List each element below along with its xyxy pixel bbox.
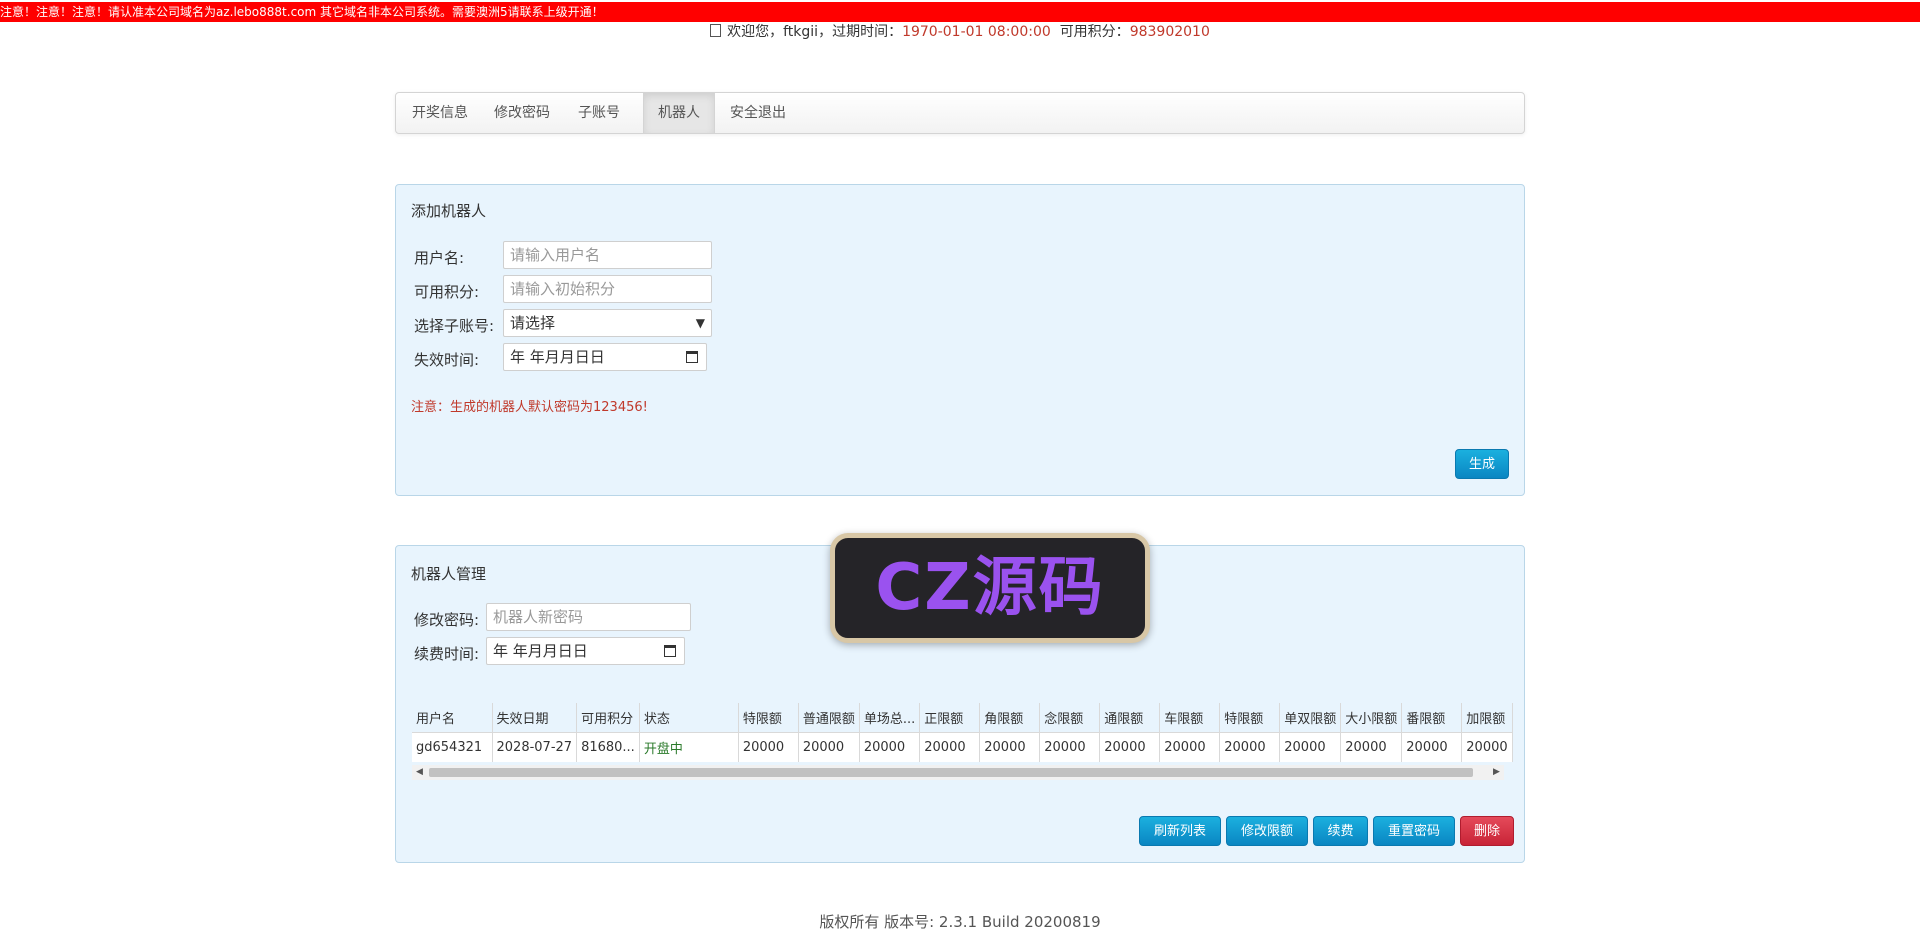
tab-change-password[interactable]: 修改密码: [484, 93, 560, 133]
table-header-row: 用户名 失效日期 可用积分 状态 特限额 普通限额 单场总... 正限额 角限额…: [412, 703, 1513, 733]
column-header[interactable]: 车限额: [1159, 703, 1221, 733]
add-robot-title: 添加机器人: [411, 202, 487, 220]
column-header[interactable]: 用户名: [412, 703, 493, 733]
column-header[interactable]: 通限额: [1099, 703, 1161, 733]
watermark-logo: CZ源码: [830, 533, 1150, 643]
subaccount-selected: 请选择: [510, 314, 556, 332]
delete-button[interactable]: 删除: [1460, 816, 1514, 846]
column-header[interactable]: 念限额: [1039, 703, 1101, 733]
column-header[interactable]: 状态: [639, 703, 739, 733]
chevron-down-icon: ▼: [695, 316, 705, 330]
footer-copyright: 版权所有 版本号: 2.3.1 Build 20200819: [819, 913, 1101, 931]
table-cell: 20000: [798, 732, 860, 762]
default-password-warning: 注意：生成的机器人默认密码为123456!: [411, 400, 648, 415]
column-header[interactable]: 正限额: [919, 703, 981, 733]
main-nav: 开奖信息 修改密码 子账号 机器人 安全退出: [395, 92, 1525, 134]
horizontal-scrollbar[interactable]: ◀ ▶: [412, 765, 1504, 780]
points-value: 983902010: [1129, 24, 1210, 40]
table-cell: 20000: [1340, 732, 1403, 762]
table-cell: 20000: [738, 732, 799, 762]
scroll-left-icon[interactable]: ◀: [412, 765, 427, 780]
new-password-label: 修改密码:: [414, 611, 480, 629]
column-header[interactable]: 失效日期: [492, 703, 578, 733]
robot-management-title: 机器人管理: [411, 565, 487, 583]
table-cell: 20000: [1219, 732, 1281, 762]
table-cell: 2028-07-27: [492, 732, 578, 762]
points-input[interactable]: 请输入初始积分: [503, 275, 712, 303]
table-cell: gd654321: [412, 732, 493, 762]
expire-time: 1970-01-01 08:00:00: [902, 24, 1051, 40]
table-row[interactable]: gd654321 2028-07-27 81680... 开盘中 20000 2…: [412, 732, 1513, 762]
tab-lottery-info[interactable]: 开奖信息: [404, 93, 476, 133]
welcome-bar: 欢迎您，ftkgii，过期时间：1970-01-01 08:00:00 可用积分…: [0, 23, 1920, 41]
username-input[interactable]: 请输入用户名: [503, 241, 712, 269]
table-cell: 20000: [859, 732, 921, 762]
expire-date-value: 年 年月月日日: [510, 348, 605, 366]
tab-logout[interactable]: 安全退出: [723, 93, 793, 133]
table-cell: 20000: [1461, 732, 1513, 762]
renew-date-value: 年 年月月日日: [493, 642, 588, 660]
scroll-right-icon[interactable]: ▶: [1489, 765, 1504, 780]
table-cell: 20000: [1279, 732, 1342, 762]
table-cell: 20000: [979, 732, 1041, 762]
table-cell: 20000: [1401, 732, 1463, 762]
modify-limit-button[interactable]: 修改限额: [1226, 816, 1308, 846]
column-header[interactable]: 角限额: [979, 703, 1041, 733]
welcome-label: 欢迎您，ftkgii，过期时间：: [727, 24, 903, 40]
table-cell: 20000: [1159, 732, 1221, 762]
renew-button[interactable]: 续费: [1313, 816, 1368, 846]
expire-date-input[interactable]: 年 年月月日日: [503, 343, 707, 371]
user-icon: [710, 24, 722, 37]
renew-time-label: 续费时间:: [414, 645, 480, 663]
scroll-thumb[interactable]: [429, 768, 1473, 777]
table-cell: 20000: [919, 732, 981, 762]
reset-password-button[interactable]: 重置密码: [1373, 816, 1455, 846]
points-label: 可用积分：: [1059, 24, 1130, 40]
column-header[interactable]: 单双限额: [1279, 703, 1342, 733]
column-header[interactable]: 特限额: [1219, 703, 1281, 733]
new-password-input[interactable]: 机器人新密码: [486, 603, 691, 631]
column-header[interactable]: 大小限额: [1340, 703, 1403, 733]
renew-date-input[interactable]: 年 年月月日日: [486, 637, 685, 665]
calendar-icon[interactable]: [686, 351, 698, 363]
generate-button[interactable]: 生成: [1455, 449, 1509, 479]
notice-bar: 注意！注意！注意！请认准本公司域名为az.lebo888t.com 其它域名非本…: [0, 2, 1920, 22]
add-robot-panel: 添加机器人 用户名: 请输入用户名 可用积分: 请输入初始积分 选择子账号: 请…: [395, 184, 1525, 496]
column-header[interactable]: 加限额: [1461, 703, 1513, 733]
points-label: 可用积分:: [414, 283, 480, 301]
username-label: 用户名:: [414, 249, 465, 267]
robot-table: 用户名 失效日期 可用积分 状态 特限额 普通限额 单场总... 正限额 角限额…: [412, 703, 1513, 762]
table-cell: 81680...: [576, 732, 640, 762]
tab-robot[interactable]: 机器人: [643, 93, 715, 133]
column-header[interactable]: 普通限额: [798, 703, 860, 733]
column-header[interactable]: 可用积分: [576, 703, 640, 733]
subaccount-select[interactable]: 请选择 ▼: [503, 309, 712, 337]
table-cell: 20000: [1099, 732, 1161, 762]
tab-subaccount[interactable]: 子账号: [568, 93, 630, 133]
column-header[interactable]: 番限额: [1401, 703, 1463, 733]
table-cell: 20000: [1039, 732, 1101, 762]
subaccount-label: 选择子账号:: [414, 317, 495, 335]
status-cell: 开盘中: [639, 732, 739, 762]
refresh-list-button[interactable]: 刷新列表: [1139, 816, 1221, 846]
column-header[interactable]: 单场总...: [859, 703, 921, 733]
calendar-icon[interactable]: [664, 645, 676, 657]
expire-label: 失效时间:: [414, 351, 480, 369]
column-header[interactable]: 特限额: [738, 703, 799, 733]
